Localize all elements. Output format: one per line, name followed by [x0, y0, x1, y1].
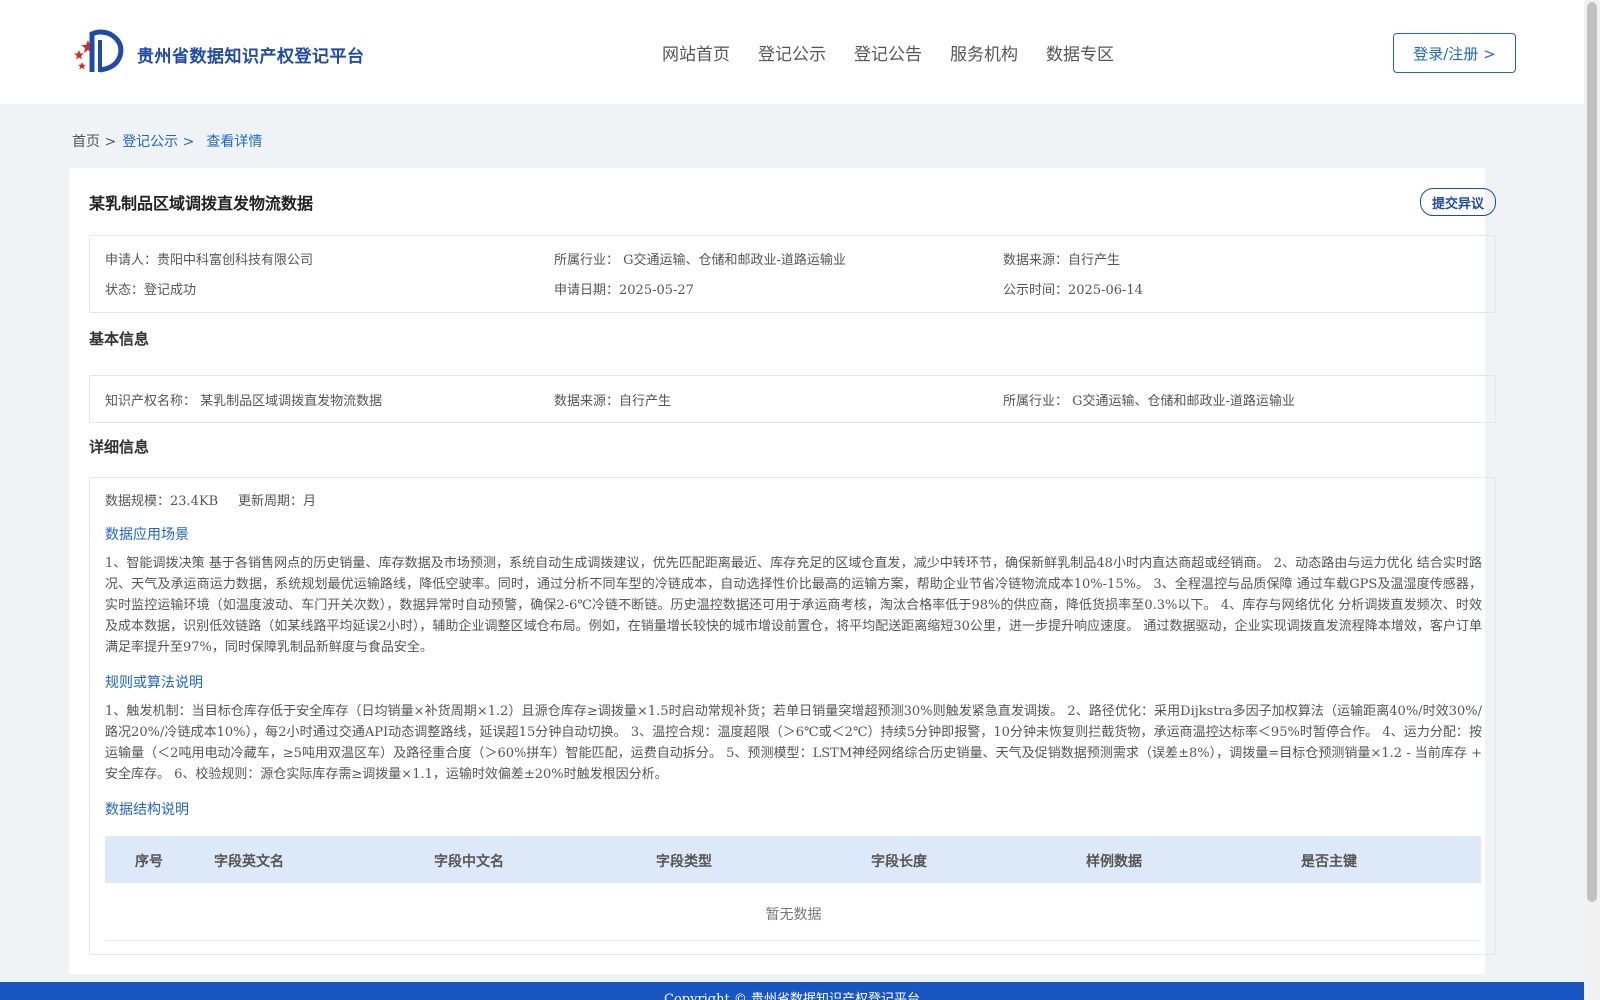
table-divider [105, 940, 1481, 941]
detail-info-heading: 详细信息 [89, 438, 150, 456]
record-title: 某乳制品区域调拨直发物流数据 [89, 194, 314, 213]
empty-table-text: 暂无数据 [765, 907, 822, 923]
update-cycle: 更新周期：月 [238, 494, 317, 509]
breadcrumb: 首页 > 登记公示 > 查看详情 [72, 131, 268, 151]
nav-data-zone[interactable]: 数据专区 [1046, 40, 1114, 65]
nav-home[interactable]: 网站首页 [662, 40, 730, 65]
breadcrumb-current: 查看详情 [206, 134, 263, 150]
login-register-button[interactable]: 登录/注册 > [1393, 33, 1516, 73]
industry: 所属行业： G交通运输、仓储和邮政业-道路运输业 [554, 253, 846, 268]
col-primary-key: 是否主键 [1301, 854, 1357, 870]
basic-info-box: 知识产权名称： 某乳制品区域调拨直发物流数据 数据来源：自行产生 所属行业： G… [89, 375, 1496, 423]
platform-logo-icon[interactable] [70, 26, 130, 78]
col-type: 字段类型 [656, 854, 712, 870]
site-footer: Copyright © 贵州省数据知识产权登记平台 [0, 982, 1584, 1000]
col-length: 字段长度 [871, 854, 927, 870]
publish-date: 公示时间：2025-06-14 [1003, 283, 1143, 298]
breadcrumb-home[interactable]: 首页 > [72, 131, 116, 151]
main-nav: 网站首页 登记公示 登记公告 服务机构 数据专区 [662, 40, 1142, 65]
rule-heading: 规则或算法说明 [105, 675, 203, 691]
breadcrumb-publicity[interactable]: 登记公示 > [122, 131, 194, 151]
status: 状态：登记成功 [105, 283, 197, 298]
submit-objection-button[interactable]: 提交异议 [1420, 188, 1496, 216]
footer-text: Copyright © 贵州省数据知识产权登记平台 [664, 992, 920, 1000]
applicant: 申请人：贵阳中科富创科技有限公司 [105, 253, 314, 268]
structure-heading: 数据结构说明 [105, 802, 189, 818]
scenario-heading: 数据应用场景 [105, 527, 189, 543]
scenario-text: 1、智能调拨决策 基于各销售网点的历史销量、库存数据及市场预测，系统自动生成调拨… [105, 556, 1482, 655]
page-scrollbar[interactable] [1584, 0, 1600, 1000]
scrollbar-thumb[interactable] [1587, 2, 1597, 902]
nav-registration-announcement[interactable]: 登记公告 [854, 40, 922, 65]
summary-box: 申请人：贵阳中科富创科技有限公司 所属行业： G交通运输、仓储和邮政业-道路运输… [89, 235, 1496, 313]
basic-info-heading: 基本信息 [89, 330, 150, 348]
col-sample: 样例数据 [1086, 854, 1142, 870]
ip-name: 知识产权名称： 某乳制品区域调拨直发物流数据 [105, 394, 383, 409]
structure-table-header: 序号 字段英文名 字段中文名 字段类型 字段长度 样例数据 是否主键 [105, 836, 1481, 883]
data-source: 数据来源：自行产生 [1003, 253, 1121, 268]
basic-industry: 所属行业： G交通运输、仓储和邮政业-道路运输业 [1003, 394, 1295, 409]
col-chinese-name: 字段中文名 [434, 854, 504, 870]
site-header: 贵州省数据知识产权登记平台 网站首页 登记公示 登记公告 服务机构 数据专区 登… [0, 0, 1584, 104]
basic-data-source: 数据来源：自行产生 [554, 394, 672, 409]
nav-registration-publicity[interactable]: 登记公示 [758, 40, 826, 65]
apply-date: 申请日期：2025-05-27 [554, 283, 694, 298]
col-index: 序号 [135, 854, 163, 870]
detail-card: 某乳制品区域调拨直发物流数据 提交异议 申请人：贵阳中科富创科技有限公司 所属行… [69, 168, 1496, 974]
data-size: 数据规模：23.4KB [105, 494, 219, 509]
rule-text: 1、触发机制：当目标仓库存低于安全库存（日均销量×补货周期×1.2）且源仓库存≥… [105, 704, 1482, 782]
site-name[interactable]: 贵州省数据知识产权登记平台 [137, 42, 365, 67]
detail-info-box: 数据规模：23.4KB 更新周期：月 数据应用场景 1、智能调拨决策 基于各销售… [89, 477, 1496, 955]
nav-service-agencies[interactable]: 服务机构 [950, 40, 1018, 65]
col-english-name: 字段英文名 [214, 854, 284, 870]
